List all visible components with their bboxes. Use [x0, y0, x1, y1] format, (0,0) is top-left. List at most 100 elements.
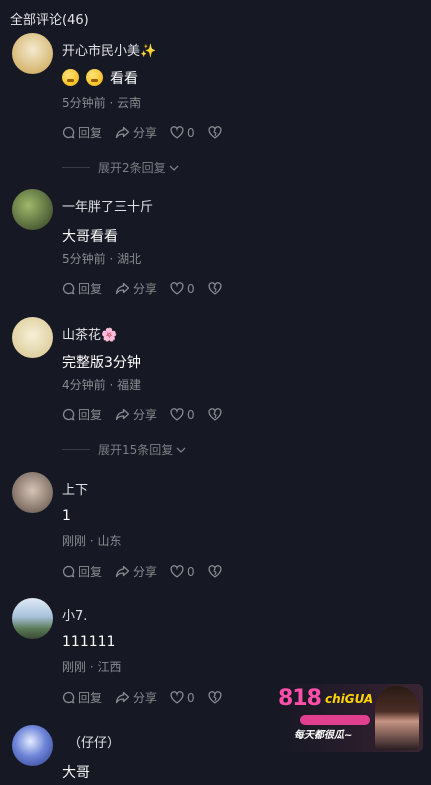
- share-label: 分享: [133, 126, 158, 140]
- share-label: 分享: [133, 691, 158, 705]
- like-button[interactable]: 0: [170, 565, 195, 579]
- reply-icon: [62, 565, 75, 578]
- watermark-slogan: 每天都很瓜~: [294, 730, 353, 741]
- reply-label: 回复: [78, 126, 103, 140]
- expand-replies-button[interactable]: 展开2条回复: [62, 159, 180, 176]
- comments-header: 全部评论(46): [10, 13, 89, 28]
- reply-label: 回复: [78, 408, 103, 422]
- comment-text: 111111: [62, 634, 116, 650]
- comment-username[interactable]: 山茶花🌸: [62, 324, 117, 343]
- share-icon: [115, 282, 130, 295]
- share-label: 分享: [133, 282, 158, 296]
- chevron-down-icon: [176, 447, 186, 453]
- dislike-button[interactable]: [208, 282, 225, 295]
- avatar[interactable]: [12, 33, 53, 74]
- avatar[interactable]: [12, 189, 53, 230]
- comment-actions: 回复 分享 0: [62, 563, 238, 580]
- divider-line: [62, 167, 90, 168]
- dislike-button[interactable]: [208, 408, 225, 421]
- reply-icon: [62, 691, 75, 704]
- expand-label: 展开2条回复: [98, 161, 166, 175]
- comment-text: 大哥看看: [62, 229, 118, 245]
- avatar[interactable]: [12, 317, 53, 358]
- broken-heart-icon: [208, 282, 222, 295]
- avatar[interactable]: [12, 598, 53, 639]
- comment-text: 完整版3分钟: [62, 355, 141, 371]
- reply-button[interactable]: 回复: [62, 124, 102, 141]
- like-count: 0: [187, 564, 195, 579]
- comment-meta: 5分钟前 · 云南: [62, 96, 142, 110]
- reply-icon: [62, 126, 75, 139]
- emoji-icon: [62, 69, 79, 86]
- comment-username[interactable]: 一年胖了三十斤: [62, 196, 153, 215]
- reply-button[interactable]: 回复: [62, 563, 102, 580]
- comment-meta: 4分钟前 · 福建: [62, 378, 142, 392]
- share-icon: [115, 565, 130, 578]
- comment-text: 1: [62, 508, 71, 524]
- share-icon: [115, 691, 130, 704]
- like-button[interactable]: 0: [170, 126, 195, 140]
- comment-username[interactable]: 开心市民小美✨: [62, 40, 156, 59]
- share-button[interactable]: 分享: [115, 124, 157, 141]
- share-icon: [115, 408, 130, 421]
- broken-heart-icon: [208, 126, 222, 139]
- comment-username[interactable]: 小7.: [62, 605, 87, 624]
- heart-icon: [170, 408, 184, 421]
- heart-icon: [170, 565, 184, 578]
- expand-replies-button[interactable]: 展开15条回复: [62, 441, 187, 458]
- heart-icon: [170, 691, 184, 704]
- comment-meta: 刚刚 · 江西: [62, 660, 122, 674]
- reply-button[interactable]: 回复: [62, 689, 102, 706]
- avatar[interactable]: [12, 725, 53, 766]
- broken-heart-icon: [208, 408, 222, 421]
- share-button[interactable]: 分享: [115, 689, 157, 706]
- comment-meta: 5分钟前 · 湖北: [62, 252, 142, 266]
- divider-line: [62, 449, 90, 450]
- like-count: 0: [187, 125, 195, 140]
- heart-icon: [170, 126, 184, 139]
- reply-icon: [62, 282, 75, 295]
- watermark-portrait: [375, 686, 419, 750]
- share-label: 分享: [133, 565, 158, 579]
- comment-text: 看看: [62, 68, 138, 88]
- reply-label: 回复: [78, 691, 103, 705]
- comment-actions: 回复 分享 0: [62, 280, 238, 297]
- expand-label: 展开15条回复: [98, 443, 174, 457]
- like-count: 0: [187, 407, 195, 422]
- comment-username[interactable]: （仔仔）: [68, 732, 120, 751]
- share-icon: [115, 126, 130, 139]
- comment-actions: 回复 分享 0: [62, 689, 238, 706]
- reply-button[interactable]: 回复: [62, 280, 102, 297]
- like-button[interactable]: 0: [170, 282, 195, 296]
- comment-meta: 刚刚 · 山东: [62, 534, 122, 548]
- comment-username[interactable]: 上下: [62, 479, 88, 498]
- reply-button[interactable]: 回复: [62, 406, 102, 423]
- watermark-url-pill: [300, 715, 370, 725]
- reply-label: 回复: [78, 565, 103, 579]
- comment-actions: 回复 分享 0: [62, 406, 238, 423]
- watermark-logo-sub: chiGUA: [325, 692, 374, 706]
- emoji-icon: [86, 69, 103, 86]
- like-count: 0: [187, 690, 195, 705]
- like-button[interactable]: 0: [170, 691, 195, 705]
- reply-label: 回复: [78, 282, 103, 296]
- avatar[interactable]: [12, 472, 53, 513]
- share-button[interactable]: 分享: [115, 563, 157, 580]
- watermark-badge: 818 chiGUA 每天都很瓜~: [276, 684, 423, 752]
- watermark-logo: 818: [278, 686, 322, 711]
- comment-text: 大哥: [62, 765, 90, 781]
- comment-actions: 回复 分享 0: [62, 124, 238, 141]
- share-label: 分享: [133, 408, 158, 422]
- like-button[interactable]: 0: [170, 408, 195, 422]
- share-button[interactable]: 分享: [115, 280, 157, 297]
- dislike-button[interactable]: [208, 691, 225, 704]
- share-button[interactable]: 分享: [115, 406, 157, 423]
- broken-heart-icon: [208, 691, 222, 704]
- broken-heart-icon: [208, 565, 222, 578]
- dislike-button[interactable]: [208, 565, 225, 578]
- like-count: 0: [187, 281, 195, 296]
- dislike-button[interactable]: [208, 126, 225, 139]
- chevron-down-icon: [169, 165, 179, 171]
- reply-icon: [62, 408, 75, 421]
- heart-icon: [170, 282, 184, 295]
